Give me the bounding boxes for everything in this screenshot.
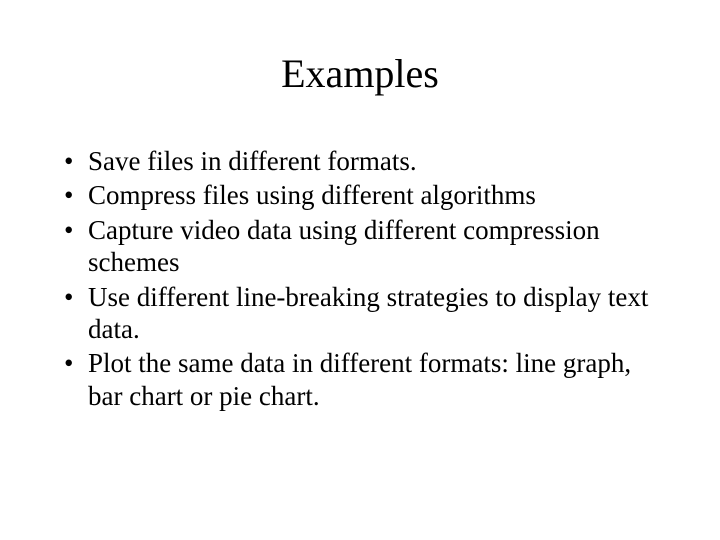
list-item: Use different line-breaking strategies t…: [88, 281, 660, 346]
list-item: Save files in different formats.: [88, 145, 660, 177]
list-item: Capture video data using different compr…: [88, 214, 660, 279]
bullet-list: Save files in different formats. Compres…: [60, 145, 660, 412]
slide-title: Examples: [60, 50, 660, 97]
list-item: Plot the same data in different formats:…: [88, 347, 660, 412]
list-item: Compress files using different algorithm…: [88, 179, 660, 211]
